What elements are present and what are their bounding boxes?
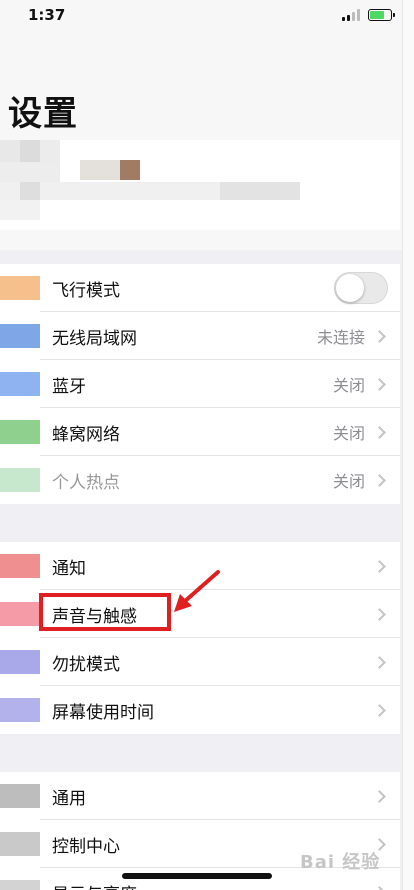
bluetooth-icon xyxy=(0,372,40,396)
row-cellular[interactable]: 蜂窝网络 关闭 xyxy=(40,408,400,456)
chevron-right-icon xyxy=(373,607,386,621)
general-icon xyxy=(0,784,40,808)
display-brightness-icon xyxy=(0,880,40,890)
row-label: 无线局域网 xyxy=(52,328,137,349)
hotspot-icon xyxy=(0,468,40,492)
battery-charging-icon xyxy=(368,9,395,21)
cellular-icon xyxy=(0,420,40,444)
page-title: 设置 xyxy=(8,94,78,134)
status-icons xyxy=(342,9,395,21)
chevron-right-icon xyxy=(373,425,386,439)
icon-column xyxy=(0,772,40,890)
chevron-right-icon xyxy=(373,329,386,343)
cellular-signal-icon xyxy=(342,9,360,21)
chevron-right-icon xyxy=(373,473,386,487)
profile-card-mosaic[interactable] xyxy=(0,140,400,230)
row-screen-time[interactable]: 屏幕使用时间 xyxy=(40,686,400,734)
scroll-edge xyxy=(402,0,414,890)
airplane-mode-toggle[interactable] xyxy=(334,272,388,304)
watermark-text: Bai 经验 xyxy=(300,852,381,873)
icon-column xyxy=(0,264,40,504)
home-indicator[interactable] xyxy=(122,873,272,879)
sounds-icon xyxy=(0,602,40,626)
row-personal-hotspot[interactable]: 个人热点 关闭 xyxy=(40,456,400,504)
do-not-disturb-icon xyxy=(0,650,40,674)
annotation-arrow-icon xyxy=(174,570,220,612)
row-value: 关闭 xyxy=(332,376,365,395)
row-value: 关闭 xyxy=(332,424,365,443)
row-label: 蜂窝网络 xyxy=(52,424,120,445)
row-value: 未连接 xyxy=(316,328,365,347)
row-label: 个人热点 xyxy=(52,472,120,493)
chevron-right-icon xyxy=(373,703,386,717)
control-center-icon xyxy=(0,832,40,856)
row-label: 通用 xyxy=(52,788,86,809)
status-time: 1:37 xyxy=(28,6,66,24)
annotation-highlight-box xyxy=(39,593,171,631)
row-label: 显示与亮度 xyxy=(52,880,375,890)
icon-column xyxy=(0,542,40,734)
row-label: 飞行模式 xyxy=(52,280,120,301)
row-do-not-disturb[interactable]: 勿扰模式 xyxy=(40,638,400,686)
screen-time-icon xyxy=(0,698,40,722)
row-value: 关闭 xyxy=(332,472,365,491)
row-general[interactable]: 通用 xyxy=(40,772,400,820)
row-bluetooth[interactable]: 蓝牙 关闭 xyxy=(40,360,400,408)
row-airplane-mode[interactable]: 飞行模式 xyxy=(40,264,400,312)
row-label: 屏幕使用时间 xyxy=(52,702,154,723)
status-bar: 1:37 xyxy=(0,0,414,30)
row-label: 蓝牙 xyxy=(52,376,86,397)
chevron-right-icon xyxy=(373,377,386,391)
row-label: 勿扰模式 xyxy=(52,654,120,675)
chevron-right-icon xyxy=(373,885,386,890)
chevron-right-icon xyxy=(373,789,386,803)
row-wifi[interactable]: 无线局域网 未连接 xyxy=(40,312,400,360)
notifications-icon xyxy=(0,554,40,578)
settings-group-connectivity: 飞行模式 无线局域网 未连接 蓝牙 关闭 蜂窝网络 关闭 个人热点 关闭 xyxy=(0,264,400,504)
wifi-icon xyxy=(0,324,40,348)
chevron-right-icon xyxy=(373,655,386,669)
airplane-icon xyxy=(0,276,40,300)
chevron-right-icon xyxy=(373,559,386,573)
